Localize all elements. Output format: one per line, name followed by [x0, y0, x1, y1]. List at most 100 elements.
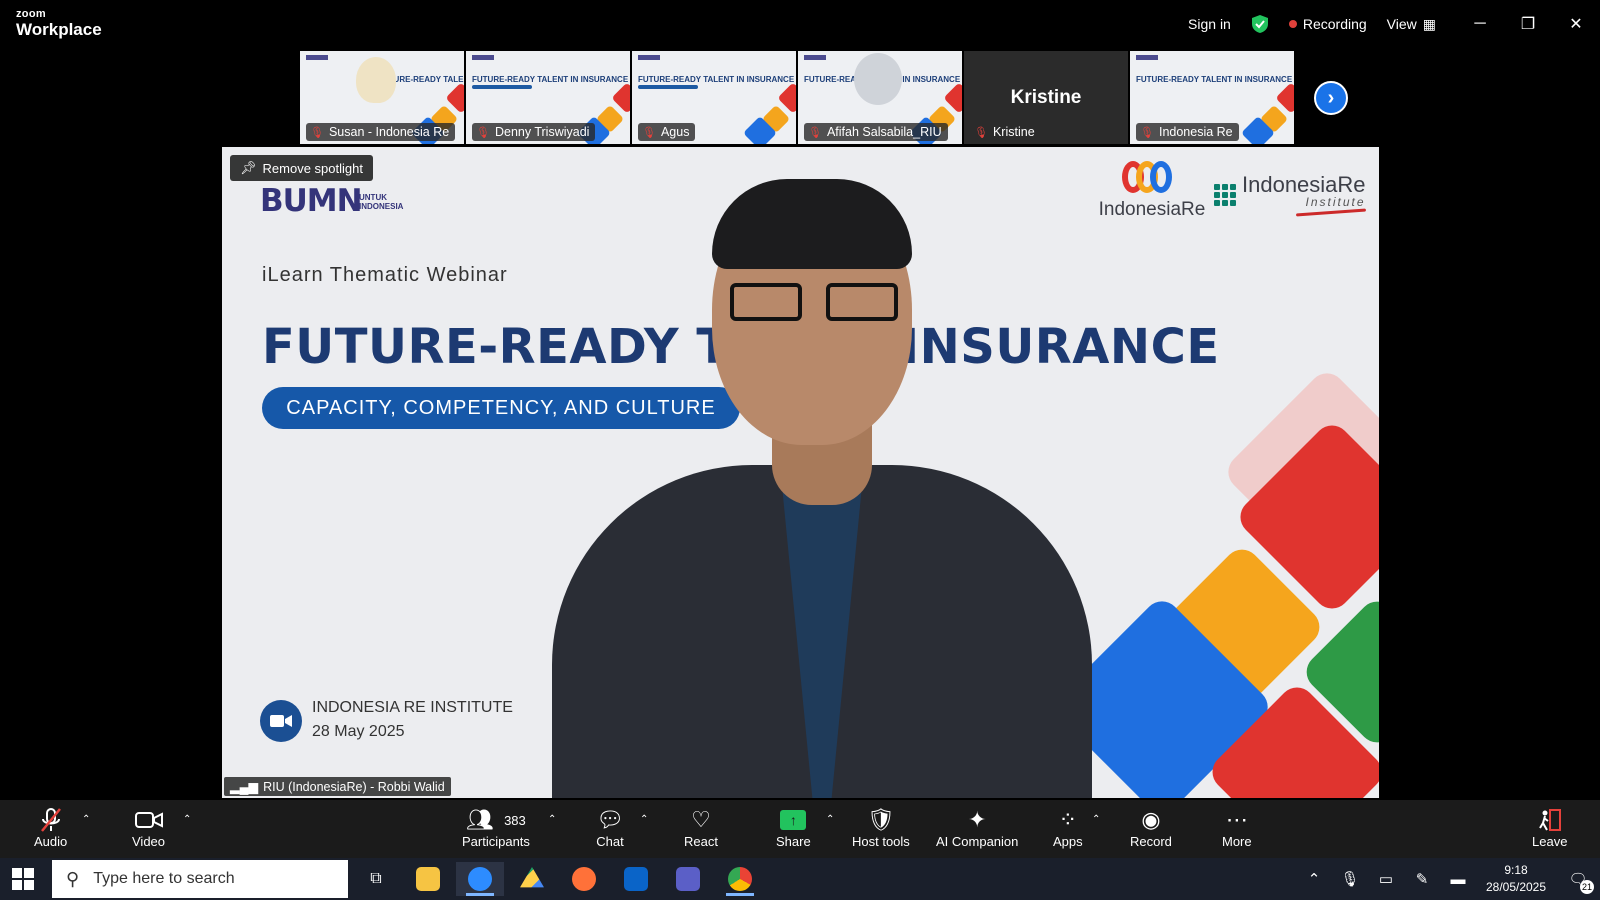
react-button[interactable]: ♡ React — [684, 806, 718, 849]
participant-name: Kristine — [992, 125, 1035, 139]
clock-date: 28/05/2025 — [1485, 880, 1547, 894]
muted-mic-icon: 🎙︎ — [642, 126, 656, 139]
heart-icon: ♡ — [691, 807, 711, 832]
title-bar: zoom Workplace Sign in Recording View ▦ … — [0, 0, 1600, 48]
chat-label: Chat — [596, 834, 624, 849]
participants-button[interactable]: 👥︎ 383 Participants — [462, 806, 530, 849]
speaker-video — [552, 165, 1092, 798]
institute-logo-title: IndonesiaRe — [1242, 172, 1366, 197]
spotlight-video[interactable]: 📌︎ Remove spotlight BUMN UNTUK INDONESIA… — [222, 147, 1379, 798]
muted-mic-icon: 🎙︎ — [1140, 126, 1154, 139]
ai-companion-label: AI Companion — [936, 834, 1019, 849]
participant-thumbnail[interactable]: FUTURE-READY TALENT IN INSURANCE 🎙︎ Indon… — [1130, 51, 1294, 144]
leave-button[interactable]: Leave — [1532, 806, 1567, 849]
participants-options-chevron-icon[interactable]: ⌃ — [548, 814, 556, 825]
participant-thumbnail[interactable]: Kristine 🎙︎ Kristine — [964, 51, 1128, 144]
sparkle-icon: ✦ — [967, 807, 987, 832]
event-date: 28 May 2025 — [312, 723, 405, 740]
ai-companion-button[interactable]: ✦ AI Companion — [936, 806, 1018, 849]
muted-mic-icon: 🎙︎ — [808, 126, 822, 139]
taskbar-search-input[interactable]: ⚲ Type here to search — [52, 860, 348, 898]
participant-thumbnail[interactable]: FUTURE-READY TALENT IN INSURANCE 🎙︎Afifa… — [798, 51, 962, 144]
record-button[interactable]: ◉ Record — [1130, 806, 1172, 849]
secure-shield-icon[interactable] — [1251, 14, 1269, 34]
show-hidden-icons-chevron-icon[interactable]: ⌃ — [1296, 870, 1332, 888]
participant-thumbnail[interactable]: FUTURE-READY TALENT IN INSURANCE 🎙︎ Agus — [632, 51, 796, 144]
notification-icon[interactable]: 🗨︎ 21 — [1556, 870, 1600, 894]
windows-taskbar: ⚲ Type here to search ⧉ ⌃ 🎙︎ ▭ ✎ ▬ 9:18 … — [0, 858, 1600, 900]
task-view-icon[interactable]: ⧉ — [352, 862, 400, 896]
brand-small: zoom — [16, 8, 46, 20]
share-options-chevron-icon[interactable]: ⌃ — [826, 814, 834, 825]
file-explorer-icon[interactable] — [404, 862, 452, 896]
participant-thumbnail[interactable]: FUTURE-READY TALENT IN INSURANCE 🎙︎Susan… — [300, 51, 464, 144]
tablet-mode-icon[interactable]: ▬ — [1440, 871, 1476, 888]
view-label: View — [1386, 16, 1417, 32]
view-menu[interactable]: View ▦ — [1387, 16, 1436, 33]
share-button[interactable]: ↑ Share — [776, 806, 811, 849]
video-label: Video — [132, 834, 166, 849]
more-dots-icon: ⋯ — [1225, 807, 1248, 832]
recording-label: Recording — [1302, 16, 1367, 32]
recording-dot-icon — [1288, 20, 1297, 28]
apps-grid-icon: ⁘ — [1058, 807, 1078, 832]
audio-button[interactable]: Audio — [34, 806, 67, 849]
participant-center-name: Kristine — [1010, 87, 1082, 108]
pen-icon[interactable]: ✎ — [1404, 870, 1440, 888]
notification-count: 21 — [1580, 880, 1594, 894]
microphone-icon[interactable]: 🎙︎ — [1332, 870, 1368, 888]
apps-label: Apps — [1053, 834, 1083, 849]
participant-name: Afifah Salsabila_RIU — [826, 125, 942, 139]
display-icon[interactable]: ▭ — [1368, 870, 1404, 888]
firefox-icon[interactable] — [560, 862, 608, 896]
restore-button[interactable]: ❐ — [1504, 0, 1552, 48]
participant-strip: FUTURE-READY TALENT IN INSURANCE 🎙︎Susan… — [300, 51, 1294, 144]
google-drive-icon[interactable] — [508, 862, 556, 896]
institute-logo-sub: Institute — [1305, 195, 1366, 209]
remove-spotlight-label: Remove spotlight — [262, 160, 363, 176]
more-button[interactable]: ⋯ More — [1222, 806, 1252, 849]
sign-in-link[interactable]: Sign in — [1188, 16, 1231, 32]
chrome-icon[interactable] — [716, 862, 764, 896]
teams-icon[interactable] — [664, 862, 712, 896]
bumn-logo: BUMN — [260, 183, 363, 219]
indonesiare-institute-logo: IndonesiaRe Institute — [1214, 172, 1366, 217]
speaker-name-label: ▂▄▆ RIU (IndonesiaRe) - Robbi Walid — [224, 777, 451, 796]
zoom-logo: zoom Workplace — [16, 8, 102, 39]
video-button[interactable]: Video — [132, 806, 165, 849]
zoom-app-icon[interactable] — [456, 862, 504, 896]
search-placeholder: Type here to search — [93, 870, 235, 887]
host-tools-button[interactable]: 🛡︎ Host tools — [852, 806, 910, 849]
participant-name: Indonesia Re — [1158, 125, 1233, 139]
apps-button[interactable]: ⁘ Apps — [1053, 806, 1083, 849]
leave-label: Leave — [1532, 834, 1568, 849]
participant-thumbnail[interactable]: FUTURE-READY TALENT IN INSURANCE 🎙︎ Denny… — [466, 51, 630, 144]
participants-icon: 👥︎ — [466, 807, 495, 832]
participant-name: Agus — [660, 125, 690, 139]
apps-options-chevron-icon[interactable]: ⌃ — [1092, 814, 1100, 825]
exit-door-icon — [1538, 806, 1562, 834]
record-label: Record — [1130, 834, 1172, 849]
institute-name: INDONESIA RE INSTITUTE — [312, 699, 513, 716]
video-options-chevron-icon[interactable]: ⌃ — [183, 814, 191, 825]
participant-name: Susan - Indonesia Re — [328, 125, 450, 139]
participants-count: 383 — [504, 812, 526, 828]
next-page-chevron-icon[interactable]: › — [1314, 81, 1348, 115]
video-camera-icon — [260, 700, 302, 742]
outlook-icon[interactable] — [612, 862, 660, 896]
recording-indicator[interactable]: Recording — [1288, 16, 1367, 32]
share-screen-icon: ↑ — [780, 810, 807, 830]
shield-icon: 🛡︎ — [866, 807, 895, 832]
more-label: More — [1222, 834, 1252, 849]
system-clock[interactable]: 9:18 28/05/2025 — [1476, 862, 1556, 896]
audio-options-chevron-icon[interactable]: ⌃ — [82, 814, 90, 825]
search-icon: ⚲ — [66, 868, 80, 889]
close-button[interactable]: ✕ — [1552, 0, 1600, 48]
clock-time: 9:18 — [1504, 863, 1528, 877]
windows-start-icon[interactable] — [12, 868, 34, 890]
remove-spotlight-button[interactable]: 📌︎ Remove spotlight — [230, 155, 373, 181]
share-label: Share — [776, 834, 811, 849]
chat-button[interactable]: 💬︎ Chat — [596, 806, 624, 849]
minimize-button[interactable]: ─ — [1456, 0, 1504, 48]
chat-options-chevron-icon[interactable]: ⌃ — [640, 814, 648, 825]
